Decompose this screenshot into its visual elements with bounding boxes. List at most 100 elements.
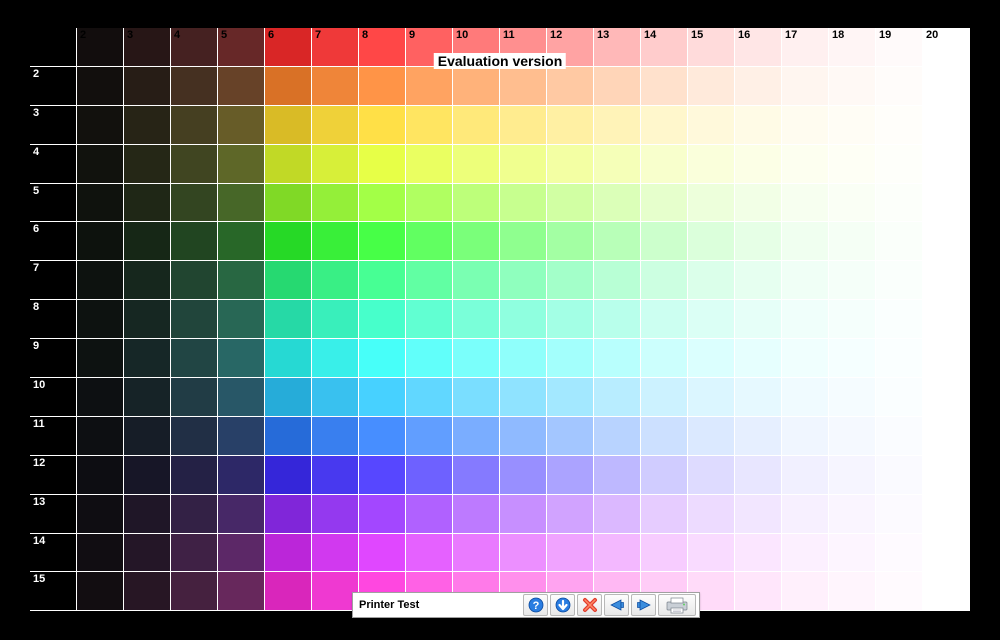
color-cell (594, 106, 641, 145)
color-cell (547, 378, 594, 417)
color-cell (782, 67, 829, 106)
color-cell (218, 184, 265, 223)
color-cell (171, 145, 218, 184)
color-cell (923, 222, 970, 261)
color-cell (594, 300, 641, 339)
color-cell (923, 339, 970, 378)
color-cell (171, 300, 218, 339)
color-cell (829, 106, 876, 145)
color-cell (782, 417, 829, 456)
color-cell (500, 261, 547, 300)
color-cell (876, 106, 923, 145)
color-cell (453, 339, 500, 378)
color-cell (312, 534, 359, 573)
column-label: 10 (453, 28, 500, 41)
color-cell (641, 378, 688, 417)
close-button[interactable] (577, 594, 602, 616)
color-grid-container (30, 28, 970, 612)
down-button[interactable] (550, 594, 575, 616)
color-cell (359, 184, 406, 223)
column-label: 17 (782, 28, 829, 41)
color-cell (453, 300, 500, 339)
color-cell (312, 300, 359, 339)
row-label: 10 (30, 378, 45, 417)
print-button[interactable] (658, 594, 696, 616)
column-label: 3 (124, 28, 171, 41)
color-cell (876, 300, 923, 339)
color-cell (77, 184, 124, 223)
color-cell (735, 261, 782, 300)
prev-button[interactable] (604, 594, 629, 616)
color-cell (453, 417, 500, 456)
color-cell (453, 67, 500, 106)
color-cell (218, 261, 265, 300)
color-cell (641, 106, 688, 145)
color-cell (171, 534, 218, 573)
row-label: 8 (30, 300, 45, 339)
column-label: 18 (829, 28, 876, 41)
color-cell (77, 378, 124, 417)
color-cell (453, 106, 500, 145)
color-cell (265, 67, 312, 106)
row-label: 9 (30, 339, 45, 378)
toolbar-buttons: ? (523, 594, 699, 616)
color-cell (359, 222, 406, 261)
toolbar: Printer Test ? (352, 592, 700, 618)
color-cell (500, 417, 547, 456)
color-cell (923, 67, 970, 106)
color-cell (923, 261, 970, 300)
color-cell (594, 145, 641, 184)
color-cell (312, 417, 359, 456)
color-cell (735, 378, 782, 417)
color-cell (923, 378, 970, 417)
arrow-right-icon (636, 597, 652, 613)
next-button[interactable] (631, 594, 656, 616)
down-arrow-icon (555, 597, 571, 613)
color-cell (453, 184, 500, 223)
color-cell (594, 534, 641, 573)
color-cell (406, 184, 453, 223)
color-cell (265, 417, 312, 456)
color-cell (124, 417, 171, 456)
color-cell (406, 261, 453, 300)
color-cell (312, 145, 359, 184)
color-cell (218, 339, 265, 378)
color-cell (829, 572, 876, 611)
color-cell (406, 67, 453, 106)
color-cell (876, 495, 923, 534)
color-cell (171, 106, 218, 145)
row-label: 6 (30, 222, 45, 261)
row-label: 5 (30, 184, 45, 223)
row-label: 12 (30, 456, 45, 495)
color-cell (312, 495, 359, 534)
color-cell (500, 339, 547, 378)
row-label: 4 (30, 145, 45, 184)
help-button[interactable]: ? (523, 594, 548, 616)
color-cell (500, 67, 547, 106)
color-cell (782, 339, 829, 378)
color-cell (406, 378, 453, 417)
column-label: 12 (547, 28, 594, 41)
color-cell (312, 67, 359, 106)
color-cell (735, 417, 782, 456)
column-label: 19 (876, 28, 923, 41)
color-cell (641, 67, 688, 106)
color-cell (688, 417, 735, 456)
color-cell (735, 339, 782, 378)
color-cell (312, 222, 359, 261)
color-cell (124, 378, 171, 417)
color-cell (923, 106, 970, 145)
color-cell (547, 67, 594, 106)
color-cell (124, 184, 171, 223)
color-cell (218, 106, 265, 145)
color-cell (171, 378, 218, 417)
color-cell (547, 184, 594, 223)
color-cell (124, 300, 171, 339)
color-cell (77, 572, 124, 611)
color-cell (124, 456, 171, 495)
color-cell (406, 145, 453, 184)
color-cell (218, 378, 265, 417)
color-cell (641, 300, 688, 339)
color-cell (218, 417, 265, 456)
color-cell (171, 572, 218, 611)
